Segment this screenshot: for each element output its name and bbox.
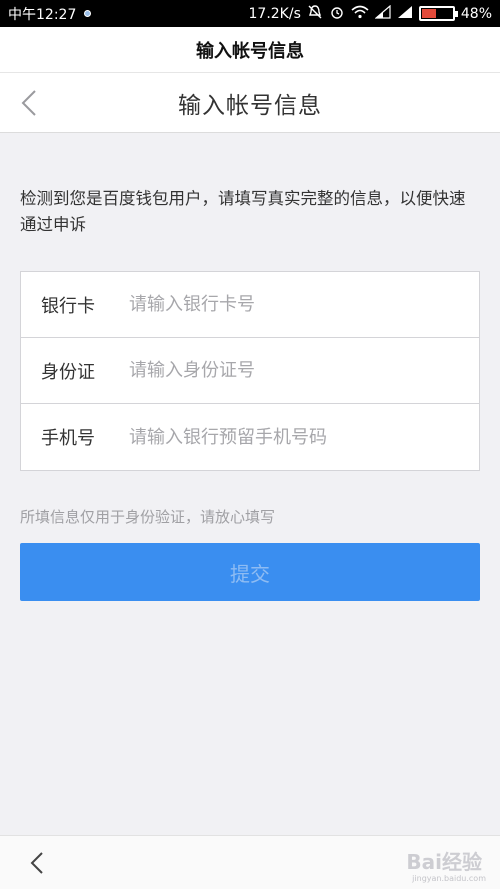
phone-input[interactable] bbox=[129, 417, 479, 457]
signal-icon-2 bbox=[397, 5, 413, 23]
id-card-input[interactable] bbox=[129, 350, 479, 391]
phone-row: 手机号 bbox=[21, 404, 479, 470]
id-card-row: 身份证 bbox=[21, 338, 479, 404]
notification-dot-icon bbox=[84, 10, 92, 17]
nav-bar: 输入帐号信息 bbox=[0, 73, 500, 133]
bank-card-input[interactable] bbox=[129, 284, 479, 325]
status-time: 中午12:27 bbox=[8, 6, 77, 23]
bank-card-row: 银行卡 bbox=[21, 272, 479, 338]
page-title: 输入帐号信息 bbox=[178, 92, 322, 119]
chevron-left-icon bbox=[30, 852, 43, 874]
mute-icon bbox=[307, 4, 323, 24]
battery-percent: 48% bbox=[460, 5, 492, 22]
network-speed: 17.2K/s bbox=[248, 5, 301, 22]
watermark-logo: Bai经验 bbox=[406, 850, 482, 874]
signal-icon-1 bbox=[374, 4, 391, 23]
watermark-url: jingyan.baidu.com bbox=[412, 874, 486, 883]
chevron-left-icon bbox=[21, 90, 36, 116]
status-right: 17.2K/s 48% bbox=[248, 4, 492, 24]
notice-text: 检测到您是百度钱包用户，请填写真实完整的信息，以便快速通过申诉 bbox=[20, 189, 466, 234]
privacy-hint: 所填信息仅用于身份验证，请放心填写 bbox=[20, 508, 276, 526]
status-left: 中午12:27 bbox=[8, 4, 92, 24]
submit-button[interactable]: 提交 bbox=[20, 543, 480, 601]
account-form: 银行卡 身份证 手机号 bbox=[20, 271, 480, 471]
bottom-back-button[interactable] bbox=[24, 848, 50, 878]
status-bar: 中午12:27 17.2K/s 48% bbox=[0, 0, 500, 27]
battery-fill bbox=[421, 9, 437, 18]
battery-icon bbox=[418, 6, 458, 21]
app-title-bar: 输入帐号信息 bbox=[0, 27, 500, 73]
wifi-icon bbox=[351, 5, 369, 23]
bank-card-label: 银行卡 bbox=[41, 295, 95, 317]
app-title: 输入帐号信息 bbox=[196, 40, 304, 62]
phone-label: 手机号 bbox=[41, 428, 95, 449]
alarm-icon bbox=[329, 4, 345, 24]
id-card-label: 身份证 bbox=[41, 361, 95, 383]
back-button[interactable] bbox=[14, 87, 44, 119]
